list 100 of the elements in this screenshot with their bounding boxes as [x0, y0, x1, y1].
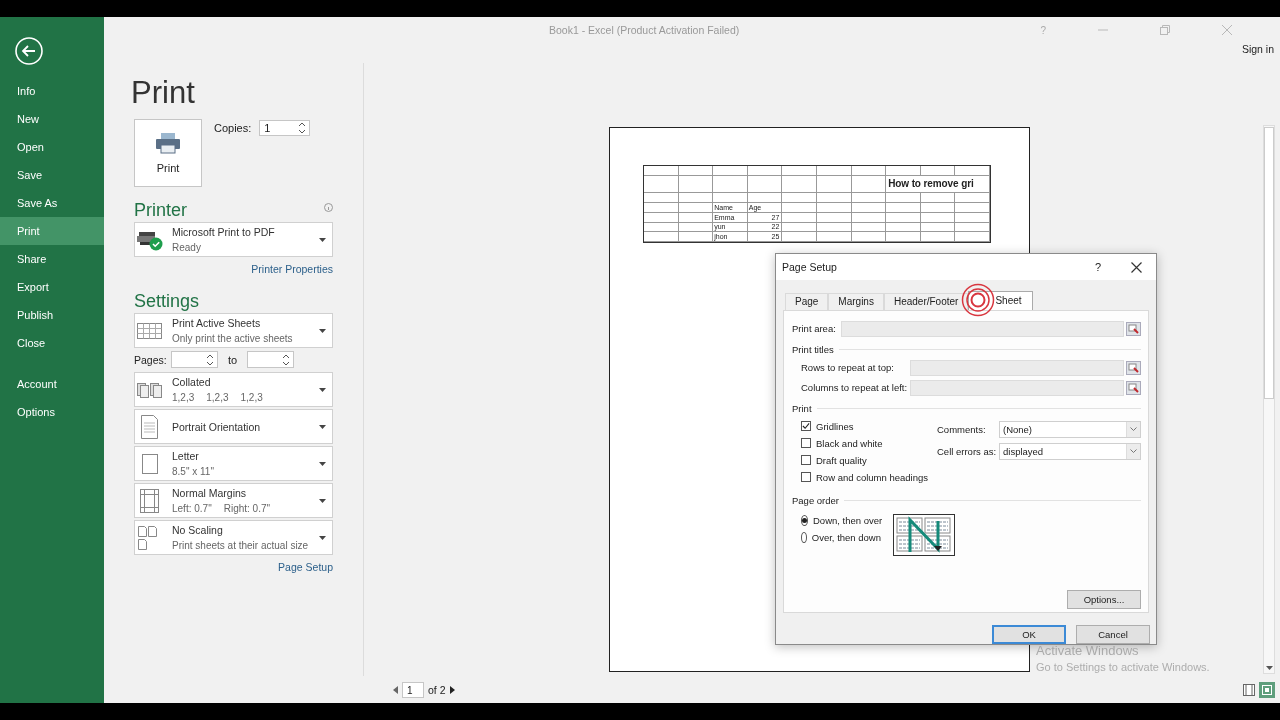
group-heading: Page order — [792, 494, 839, 506]
table-cell — [782, 193, 817, 203]
collapse-dialog-icon[interactable] — [1126, 321, 1141, 336]
back-icon[interactable] — [15, 37, 43, 65]
table-cell — [678, 232, 714, 242]
to-label: to — [228, 353, 238, 366]
table-cell — [955, 203, 990, 213]
sidebar-item[interactable]: Share — [0, 245, 104, 273]
page-title: Print — [131, 74, 196, 112]
page-order-drawing — [893, 514, 955, 556]
sidebar-item[interactable]: Publish — [0, 301, 104, 329]
tab[interactable]: Page — [785, 293, 829, 310]
help-button[interactable]: ? — [1094, 261, 1101, 273]
printer-properties-link[interactable]: Printer Properties — [251, 263, 333, 275]
table-cell — [644, 166, 679, 176]
vertical-scrollbar[interactable] — [1263, 125, 1275, 674]
sheets-icon — [137, 320, 163, 341]
tab[interactable]: Margins — [828, 293, 884, 310]
table-cell — [920, 232, 956, 242]
sidebar-item[interactable]: Open — [0, 133, 104, 161]
table-cell — [955, 213, 990, 223]
title-rows-field[interactable] — [910, 379, 1124, 396]
tab[interactable]: Header/Footer — [883, 293, 969, 310]
sign-in-link[interactable]: Sign in — [1241, 43, 1274, 63]
radio-button[interactable]: Down, then over — [801, 514, 881, 526]
field-label: Print area: — [792, 323, 837, 334]
next-page-icon[interactable] — [449, 685, 455, 694]
table-cell — [782, 223, 817, 232]
section-heading: Printer — [134, 199, 187, 221]
table-cell — [713, 193, 748, 203]
table-cell — [851, 176, 887, 193]
page-count: of 2 — [428, 683, 446, 696]
page-from-field[interactable] — [171, 351, 218, 368]
scroll-down-icon[interactable] — [1265, 666, 1273, 670]
select-dropdown[interactable]: (None) — [999, 420, 1141, 438]
dialog-button[interactable]: OK — [992, 625, 1066, 644]
sidebar-item[interactable]: Save — [0, 161, 104, 189]
table-cell — [816, 213, 852, 223]
sidebar-item[interactable]: Info — [0, 77, 104, 105]
zoom-page-icon — [1261, 683, 1273, 696]
print-setting-dropdown[interactable]: Print Active Sheets Only print the active sheets — [134, 313, 333, 348]
table-cell — [747, 193, 783, 203]
table-cell — [886, 203, 921, 213]
checkbox[interactable]: Draft quality — [801, 454, 867, 466]
checkbox[interactable]: Black and white — [801, 437, 883, 449]
options-button[interactable]: Options... — [1067, 590, 1141, 609]
table-cell — [816, 166, 852, 176]
print-setting-dropdown[interactable]: Collated 1,2,3 1,2,3 1,2,3 — [134, 372, 333, 407]
page-setup-link[interactable]: Page Setup — [278, 561, 333, 573]
select-dropdown[interactable]: displayed — [999, 442, 1141, 460]
sidebar-item[interactable]: Account — [0, 370, 104, 398]
print-setting-dropdown[interactable]: Letter 8.5" x 11" — [134, 446, 333, 481]
previous-page-icon[interactable] — [393, 685, 398, 694]
table-cell — [920, 203, 956, 213]
printer-dropdown[interactable]: Microsoft Print to PDF Ready — [134, 222, 333, 257]
spin-arrows-icon[interactable] — [298, 122, 307, 134]
field-label: Rows to repeat at top: — [801, 362, 895, 373]
spin-arrows-icon[interactable] — [282, 353, 291, 366]
spin-arrows-icon[interactable] — [206, 353, 214, 366]
copies-field[interactable]: 1 — [259, 120, 311, 136]
collapse-dialog-icon[interactable] — [1126, 360, 1141, 375]
page-to-field[interactable] — [247, 351, 295, 368]
sidebar-item[interactable]: Print — [0, 217, 104, 245]
table-cell — [782, 203, 817, 213]
checkbox[interactable]: Row and column headings — [801, 471, 928, 483]
field-label: Columns to repeat at left: — [801, 382, 909, 393]
print-setting-dropdown[interactable]: Portrait Orientation — [134, 409, 333, 444]
sidebar-item[interactable]: Export — [0, 273, 104, 301]
sidebar-item[interactable]: Options — [0, 398, 104, 426]
table-cell — [644, 193, 679, 203]
title-rows-field[interactable] — [910, 359, 1124, 376]
table-cell — [851, 193, 887, 203]
table-cell — [678, 203, 714, 213]
caret-icon — [319, 387, 326, 392]
table-cell — [920, 223, 956, 232]
dialog-button[interactable]: Cancel — [1076, 625, 1150, 644]
activation-title: Activate Windows — [1036, 645, 1140, 656]
page-number-field[interactable]: 1 — [402, 681, 424, 698]
show-margins-icon[interactable] — [1243, 683, 1255, 696]
table-cell — [816, 223, 852, 232]
table-cell — [747, 166, 783, 176]
sidebar-item[interactable]: New — [0, 105, 104, 133]
table-cell — [678, 223, 714, 232]
chevron-down-icon — [1130, 427, 1137, 431]
print-setting-dropdown[interactable]: No Scaling Print sheets at their actual size — [134, 520, 333, 555]
table-cell — [644, 232, 679, 242]
checkbox[interactable]: Gridlines — [801, 420, 854, 432]
zoom-to-page-button[interactable] — [1259, 681, 1275, 698]
close-icon[interactable] — [1131, 261, 1142, 273]
print-button[interactable]: Print — [134, 119, 202, 187]
dialog-title: Page Setup — [782, 261, 837, 273]
group-heading: Print — [792, 402, 812, 414]
sidebar-item[interactable]: Close — [0, 329, 104, 357]
print-setting-dropdown[interactable]: Normal Margins Left: 0.7" Right: 0.7" — [134, 483, 333, 518]
table-cell — [644, 203, 679, 213]
print-area-field[interactable] — [841, 320, 1124, 337]
table-cell — [886, 193, 921, 203]
sidebar-item[interactable]: Save As — [0, 189, 104, 217]
radio-button[interactable]: Over, then down — [801, 531, 881, 543]
collapse-dialog-icon[interactable] — [1126, 380, 1141, 395]
